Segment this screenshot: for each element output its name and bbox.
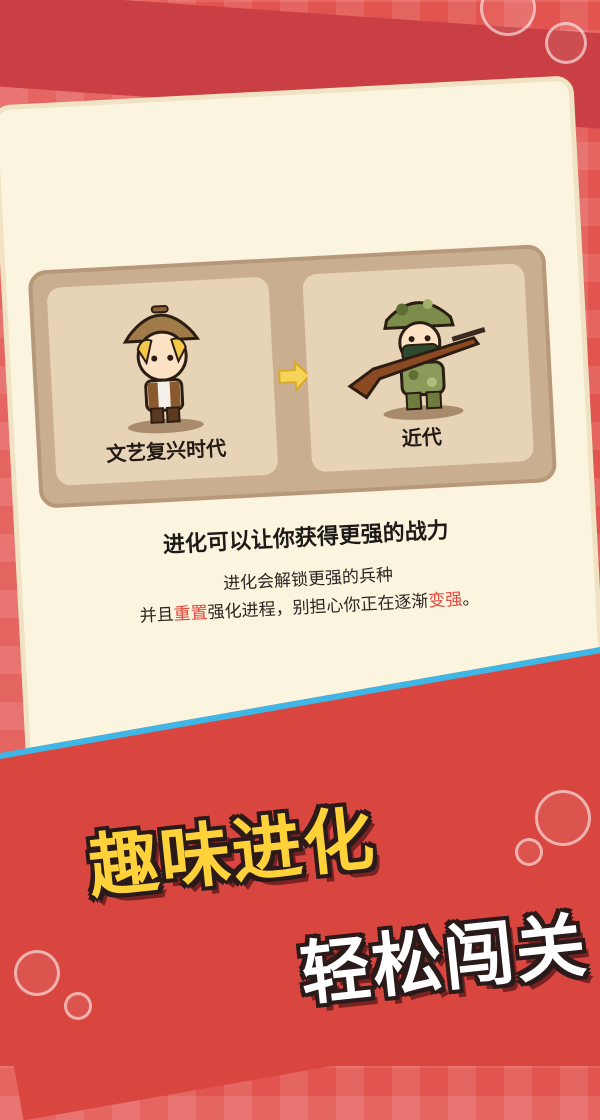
era-label-to: 近代 — [401, 424, 443, 451]
highlight-stronger: 变强 — [427, 589, 463, 612]
modern-rifleman-icon — [347, 299, 486, 420]
decor-bubble — [545, 22, 587, 64]
text-segment: 。 — [461, 588, 480, 610]
era-label-from: 文艺复兴时代 — [105, 435, 227, 467]
renaissance-soldier-icon — [122, 304, 204, 434]
decor-bubble — [64, 992, 92, 1020]
era-box-renaissance: 文艺复兴时代 — [46, 276, 279, 486]
era-compare-panel: 文艺复兴时代 近代 — [27, 243, 558, 509]
decor-bubble — [14, 950, 60, 996]
era-box-modern: 近代 — [302, 263, 535, 473]
text-segment: 强化进程，别担心你正在逐渐 — [207, 591, 429, 624]
text-segment: 并且 — [139, 604, 175, 627]
highlight-reset: 重置 — [173, 603, 209, 625]
decor-bubble — [515, 838, 543, 866]
decor-bubble — [535, 790, 591, 846]
